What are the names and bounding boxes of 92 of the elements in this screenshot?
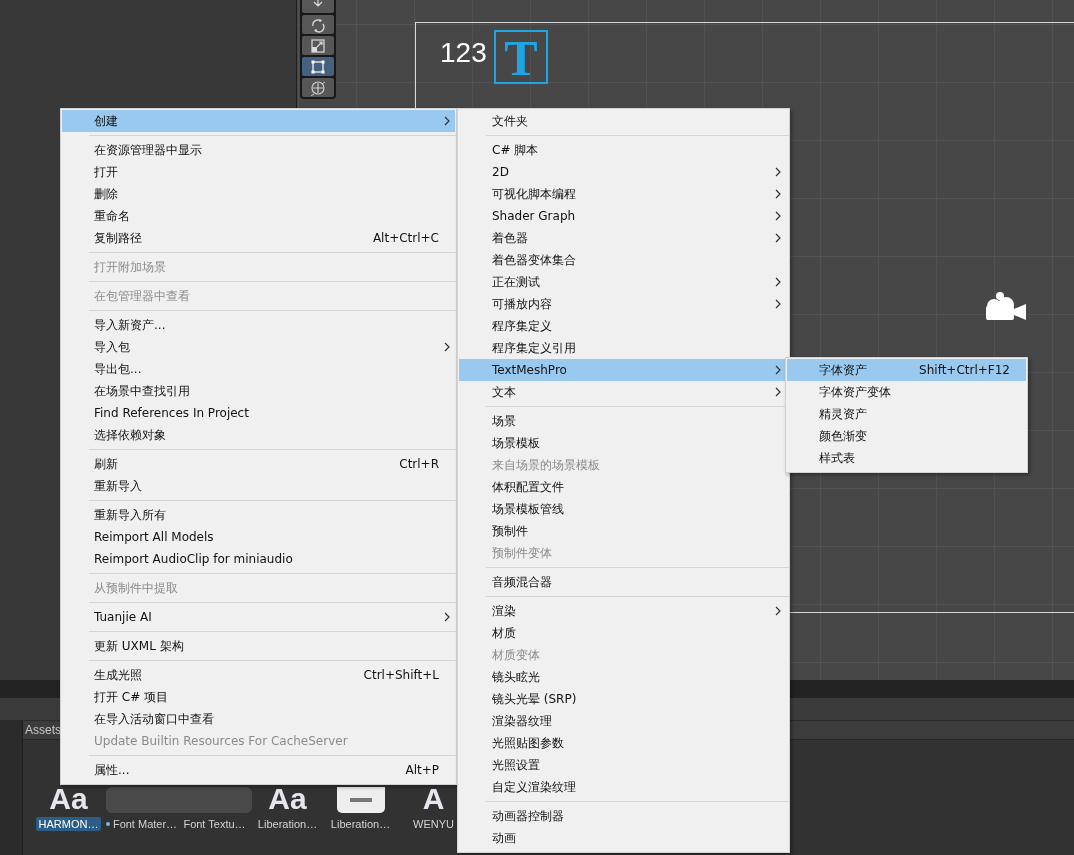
- menu-item[interactable]: 字体资产 Shift+Ctrl+F12: [787, 359, 1026, 381]
- chevron-icon: [775, 365, 781, 375]
- chevron-icon: [775, 211, 781, 221]
- menu-item[interactable]: 导出包...: [62, 358, 455, 380]
- menu-item[interactable]: 复制路径 Alt+Ctrl+C: [62, 227, 455, 249]
- asset-label[interactable]: Liberation…: [330, 817, 391, 831]
- menu-item[interactable]: 在导入活动窗口中查看: [62, 708, 455, 730]
- shortcut-label: Alt+Ctrl+C: [372, 231, 439, 245]
- menu-item[interactable]: Find References In Project: [62, 402, 455, 424]
- menu-item[interactable]: Reimport All Models: [62, 526, 455, 548]
- transform-icon: [308, 79, 328, 96]
- menu-item[interactable]: 样式表: [787, 447, 1026, 469]
- tool-button[interactable]: [302, 78, 334, 97]
- asset-label[interactable]: HARMON…: [35, 817, 102, 831]
- chevron-icon: [775, 233, 781, 243]
- tool-button[interactable]: [302, 15, 334, 34]
- menu-item[interactable]: 光照贴图参数: [459, 732, 788, 754]
- menu-item[interactable]: 选择依赖对象: [62, 424, 455, 446]
- font-thumbnail: A: [422, 785, 445, 813]
- menu-item[interactable]: 文件夹: [459, 110, 788, 132]
- chevron-icon: [444, 342, 450, 352]
- font-thumbnail: Aa: [268, 785, 307, 813]
- menu-item[interactable]: 属性... Alt+P: [62, 759, 455, 781]
- menu-item[interactable]: 正在测试: [459, 271, 788, 293]
- menu-item[interactable]: Reimport AudioClip for miniaudio: [62, 548, 455, 570]
- menu-item[interactable]: 场景模板: [459, 432, 788, 454]
- menu-item[interactable]: 渲染器纹理: [459, 710, 788, 732]
- menu-item[interactable]: 在资源管理器中显示: [62, 139, 455, 161]
- text-object-icon: T: [494, 30, 548, 84]
- menu-item[interactable]: 镜头光晕 (SRP): [459, 688, 788, 710]
- asset-label[interactable]: WENYU: [413, 817, 454, 831]
- shortcut-label: Shift+Ctrl+F12: [919, 363, 1010, 377]
- menu-item[interactable]: 材质: [459, 622, 788, 644]
- menu-item[interactable]: 渲染: [459, 600, 788, 622]
- chevron-icon: [775, 606, 781, 616]
- menu-item[interactable]: 2D: [459, 161, 788, 183]
- shortcut-label: Alt+P: [405, 763, 439, 777]
- chevron-icon: [775, 167, 781, 177]
- menu-item[interactable]: 更新 UXML 架构: [62, 635, 455, 657]
- menu-item[interactable]: 动画器控制器: [459, 805, 788, 827]
- menu-item[interactable]: 重命名: [62, 205, 455, 227]
- menu-item[interactable]: 文本: [459, 381, 788, 403]
- menu-item[interactable]: 重新导入: [62, 475, 455, 497]
- menu-item[interactable]: 场景: [459, 410, 788, 432]
- chevron-icon: [775, 277, 781, 287]
- tool-button[interactable]: [302, 57, 334, 76]
- menu-item[interactable]: TextMeshPro: [459, 359, 788, 381]
- breadcrumb-label[interactable]: Assets: [25, 723, 61, 737]
- chevron-icon: [444, 116, 450, 126]
- menu-item[interactable]: 在场景中查找引用: [62, 380, 455, 402]
- menu-item[interactable]: 程序集定义引用: [459, 337, 788, 359]
- scale-icon: [308, 37, 328, 54]
- menu-item[interactable]: 音频混合器: [459, 571, 788, 593]
- chevron-icon: [775, 387, 781, 397]
- chevron-icon: [775, 189, 781, 199]
- menu-item[interactable]: 程序集定义: [459, 315, 788, 337]
- tool-button[interactable]: [302, 36, 334, 55]
- menu-item[interactable]: 预制件: [459, 520, 788, 542]
- menu-item[interactable]: C# 脚本: [459, 139, 788, 161]
- asset-label[interactable]: Font Mater…: [112, 817, 178, 831]
- shortcut-label: Ctrl+R: [399, 457, 439, 471]
- menu-item[interactable]: Tuanjie AI: [62, 606, 455, 628]
- menu-item[interactable]: 打开 C# 项目: [62, 686, 455, 708]
- menu-item[interactable]: 场景模板管线: [459, 498, 788, 520]
- menu-item[interactable]: 镜头眩光: [459, 666, 788, 688]
- menu-item[interactable]: 导入包: [62, 336, 455, 358]
- menu-item[interactable]: 体积配置文件: [459, 476, 788, 498]
- font-thumbnail: Aa: [49, 785, 88, 813]
- menu-item[interactable]: 可视化脚本编程: [459, 183, 788, 205]
- shortcut-label: Ctrl+Shift+L: [363, 668, 439, 682]
- menu-item[interactable]: 精灵资产: [787, 403, 1026, 425]
- menu-item[interactable]: 生成光照 Ctrl+Shift+L: [62, 664, 455, 686]
- menu-item[interactable]: 颜色渐变: [787, 425, 1026, 447]
- menu-item[interactable]: 着色器变体集合: [459, 249, 788, 271]
- menu-item[interactable]: 动画: [459, 827, 788, 849]
- menu-item[interactable]: 导入新资产...: [62, 314, 455, 336]
- menu-item[interactable]: 打开: [62, 161, 455, 183]
- menu-item[interactable]: 自定义渲染纹理: [459, 776, 788, 798]
- menu-item[interactable]: 创建: [62, 110, 455, 132]
- menu-item[interactable]: 重新导入所有: [62, 504, 455, 526]
- menu-item[interactable]: 光照设置: [459, 754, 788, 776]
- menu-item[interactable]: 删除: [62, 183, 455, 205]
- menu-item[interactable]: Shader Graph: [459, 205, 788, 227]
- menu-item[interactable]: 可播放内容: [459, 293, 788, 315]
- chevron-icon: [444, 612, 450, 622]
- canvas-label: 123: [440, 36, 487, 70]
- asset-label[interactable]: Font Textu…: [183, 817, 246, 831]
- menu-item[interactable]: 着色器: [459, 227, 788, 249]
- asset-label[interactable]: Liberation…: [257, 817, 318, 831]
- chevron-icon: [775, 299, 781, 309]
- menu-item[interactable]: 字体资产变体: [787, 381, 1026, 403]
- menu-item[interactable]: 刷新 Ctrl+R: [62, 453, 455, 475]
